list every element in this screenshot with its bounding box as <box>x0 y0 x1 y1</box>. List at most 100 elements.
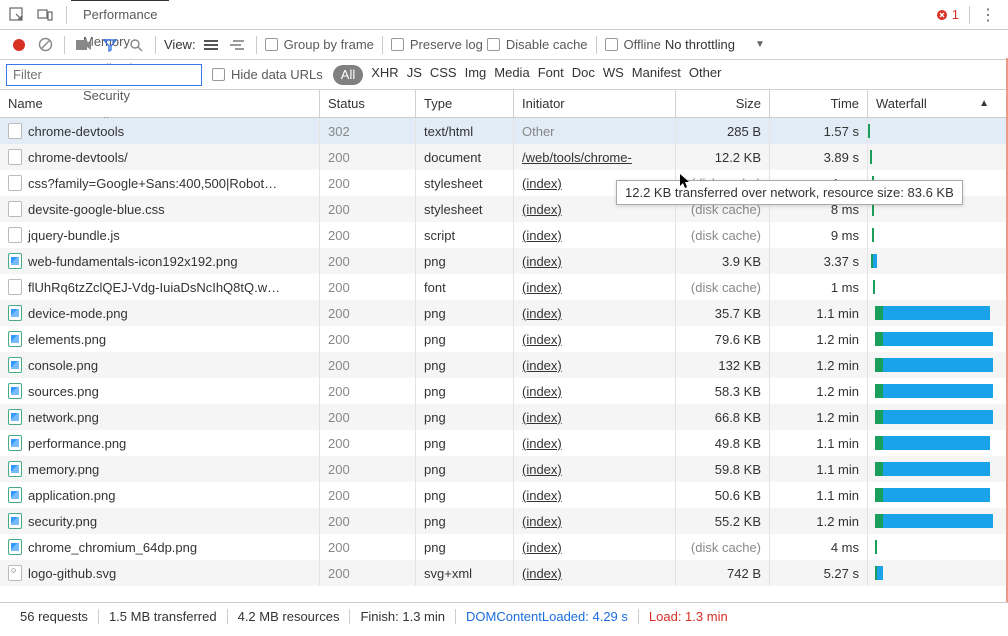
filter-type-other[interactable]: Other <box>689 65 722 85</box>
separator <box>66 6 67 24</box>
file-name: devsite-google-blue.css <box>28 202 165 217</box>
filter-type-js[interactable]: JS <box>407 65 422 85</box>
file-icon <box>8 357 22 373</box>
chevron-down-icon: ▼ <box>755 39 765 50</box>
status-cell: 200 <box>320 196 416 222</box>
table-row[interactable]: elements.png200png(index)79.6 KB1.2 min <box>0 326 1008 352</box>
initiator-cell[interactable]: (index) <box>514 352 676 378</box>
separator <box>155 36 156 54</box>
waterfall-cell <box>868 248 1008 274</box>
inspect-icon[interactable] <box>6 4 28 26</box>
file-name: memory.png <box>28 462 99 477</box>
initiator-cell[interactable]: Other <box>514 118 676 144</box>
table-row[interactable]: web-fundamentals-icon192x192.png200png(i… <box>0 248 1008 274</box>
camera-icon[interactable] <box>73 34 95 56</box>
time-cell: 5.27 s <box>770 560 868 586</box>
sort-asc-icon: ▲ <box>979 98 989 109</box>
clear-icon[interactable] <box>34 34 56 56</box>
column-time[interactable]: Time <box>770 90 868 117</box>
time-cell: 1.1 min <box>770 430 868 456</box>
filter-type-media[interactable]: Media <box>494 65 529 85</box>
table-row[interactable]: chrome_chromium_64dp.png200png(index)(di… <box>0 534 1008 560</box>
preserve-log-checkbox[interactable]: Preserve log <box>391 37 483 52</box>
table-row[interactable]: logo-github.svg200svg+xml(index)742 B5.2… <box>0 560 1008 586</box>
tab-performance[interactable]: Performance <box>71 1 169 28</box>
initiator-cell[interactable]: (index) <box>514 326 676 352</box>
large-rows-icon[interactable] <box>200 34 222 56</box>
initiator-cell[interactable]: (index) <box>514 300 676 326</box>
table-row[interactable]: chrome-devtools/200document/web/tools/ch… <box>0 144 1008 170</box>
initiator-cell[interactable]: (index) <box>514 222 676 248</box>
throttling-dropdown[interactable]: No throttling▼ <box>665 37 765 52</box>
initiator-cell[interactable]: /web/tools/chrome- <box>514 144 676 170</box>
record-button[interactable] <box>8 34 30 56</box>
type-cell: png <box>416 534 514 560</box>
status-cell: 200 <box>320 534 416 560</box>
table-row[interactable]: console.png200png(index)132 KB1.2 min <box>0 352 1008 378</box>
time-cell: 9 ms <box>770 222 868 248</box>
table-row[interactable]: sources.png200png(index)58.3 KB1.2 min <box>0 378 1008 404</box>
filter-type-img[interactable]: Img <box>465 65 487 85</box>
table-row[interactable]: network.png200png(index)66.8 KB1.2 min <box>0 404 1008 430</box>
filter-type-doc[interactable]: Doc <box>572 65 595 85</box>
filter-type-xhr[interactable]: XHR <box>371 65 398 85</box>
file-name: chrome-devtools <box>28 124 124 139</box>
time-cell: 1.2 min <box>770 352 868 378</box>
more-menu-icon[interactable]: ⋮ <box>974 5 1002 25</box>
initiator-cell[interactable]: (index) <box>514 404 676 430</box>
filter-type-all[interactable]: All <box>333 65 363 85</box>
table-row[interactable]: security.png200png(index)55.2 KB1.2 min <box>0 508 1008 534</box>
filter-type-ws[interactable]: WS <box>603 65 624 85</box>
group-by-frame-checkbox[interactable]: Group by frame <box>265 37 374 52</box>
initiator-cell[interactable]: (index) <box>514 378 676 404</box>
filter-type-font[interactable]: Font <box>538 65 564 85</box>
column-type[interactable]: Type <box>416 90 514 117</box>
filter-type-manifest[interactable]: Manifest <box>632 65 681 85</box>
size-cell: 79.6 KB <box>676 326 770 352</box>
device-toggle-icon[interactable] <box>34 4 56 26</box>
time-cell: 4 ms <box>770 534 868 560</box>
size-cell: (disk cache) <box>676 534 770 560</box>
offline-checkbox[interactable]: Offline <box>605 37 661 52</box>
column-name[interactable]: Name <box>0 90 320 117</box>
initiator-cell[interactable]: (index) <box>514 560 676 586</box>
table-row[interactable]: flUhRq6tzZclQEJ-Vdg-IuiaDsNcIhQ8tQ.w…200… <box>0 274 1008 300</box>
size-cell: 55.2 KB <box>676 508 770 534</box>
file-name: security.png <box>28 514 97 529</box>
column-initiator[interactable]: Initiator <box>514 90 676 117</box>
file-icon <box>8 201 22 217</box>
search-icon[interactable] <box>125 34 147 56</box>
type-filters: All XHR JS CSS Img Media Font Doc WS Manifest Othe… <box>333 65 722 85</box>
file-name: css?family=Google+Sans:400,500|Robot… <box>28 176 277 191</box>
initiator-cell[interactable]: (index) <box>514 456 676 482</box>
size-cell: 3.9 KB <box>676 248 770 274</box>
table-row[interactable]: performance.png200png(index)49.8 KB1.1 m… <box>0 430 1008 456</box>
hide-data-urls-checkbox[interactable]: Hide data URLs <box>212 67 323 82</box>
file-icon <box>8 409 22 425</box>
initiator-cell[interactable]: (index) <box>514 430 676 456</box>
size-tooltip: 12.2 KB transferred over network, resour… <box>616 180 963 205</box>
size-cell: 285 B <box>676 118 770 144</box>
initiator-cell[interactable]: (index) <box>514 248 676 274</box>
column-size[interactable]: Size <box>676 90 770 117</box>
file-icon <box>8 331 22 347</box>
disable-cache-checkbox[interactable]: Disable cache <box>487 37 588 52</box>
table-row[interactable]: device-mode.png200png(index)35.7 KB1.1 m… <box>0 300 1008 326</box>
file-name: sources.png <box>28 384 99 399</box>
initiator-cell[interactable]: (index) <box>514 274 676 300</box>
file-name: network.png <box>28 410 99 425</box>
filter-type-css[interactable]: CSS <box>430 65 457 85</box>
table-row[interactable]: chrome-devtools302text/htmlOther285 B1.5… <box>0 118 1008 144</box>
table-row[interactable]: jquery-bundle.js200script(index)(disk ca… <box>0 222 1008 248</box>
initiator-cell[interactable]: (index) <box>514 508 676 534</box>
overview-icon[interactable] <box>226 34 248 56</box>
column-status[interactable]: Status <box>320 90 416 117</box>
column-waterfall[interactable]: Waterfall▲ <box>868 90 1008 117</box>
initiator-cell[interactable]: (index) <box>514 534 676 560</box>
filter-icon[interactable] <box>99 34 121 56</box>
table-row[interactable]: application.png200png(index)50.6 KB1.1 m… <box>0 482 1008 508</box>
initiator-cell[interactable]: (index) <box>514 482 676 508</box>
error-badge[interactable]: 1 <box>936 7 959 22</box>
filter-input[interactable] <box>6 64 202 86</box>
table-row[interactable]: memory.png200png(index)59.8 KB1.1 min <box>0 456 1008 482</box>
